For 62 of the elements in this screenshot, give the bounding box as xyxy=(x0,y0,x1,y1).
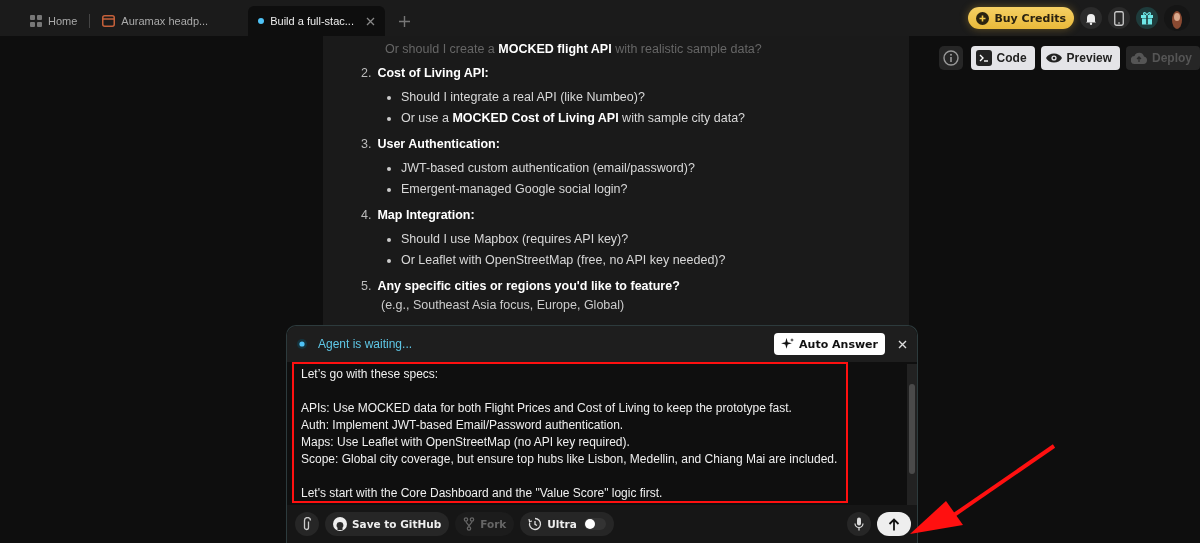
preview-button[interactable]: Preview xyxy=(1040,46,1120,70)
bell-icon[interactable] xyxy=(1080,7,1102,29)
message-line: Scope: Global city coverage, but ensure top hubs like Lisbon, Medellin, and Chiang Mai are included. xyxy=(301,451,839,468)
bullet-icon xyxy=(387,166,391,171)
fork-icon xyxy=(463,517,476,531)
bullet-icon xyxy=(387,258,391,263)
message-line: APIs: Use MOCKED data for both Flight Prices and Cost of Living to keep the prototype fast. xyxy=(301,400,793,417)
message-text: Or should I create a MOCKED flight API with realistic sample data? xyxy=(385,41,763,58)
section-title: User Authentication: xyxy=(377,136,500,153)
bullet-text: Or use a MOCKED Cost of Living API with sample city data? xyxy=(401,110,746,127)
bullet-icon xyxy=(387,95,391,100)
section-title: Cost of Living API: xyxy=(377,65,489,82)
history-icon xyxy=(528,517,543,531)
section-title: Map Integration: xyxy=(377,207,475,224)
buy-credits-button[interactable]: Buy Credits xyxy=(968,7,1074,29)
gift-icon[interactable] xyxy=(1136,7,1158,29)
tab[interactable]: Auramax headp... xyxy=(94,6,217,36)
sparkle-icon xyxy=(781,337,795,351)
bullet-icon xyxy=(387,116,391,121)
message-line: Maps: Use Leaflet with OpenStreetMap (no API key required). xyxy=(301,434,631,451)
tab[interactable]: Build a full-stac... xyxy=(248,6,385,36)
bullet-text: Emergent-managed Google social login? xyxy=(401,181,628,198)
section-note: (e.g., Southeast Asia focus, Europe, Global) xyxy=(381,297,625,314)
list-number: 2. xyxy=(361,65,372,82)
bullet-text: Should I use Mapbox (requires API key)? xyxy=(401,231,629,248)
message-line: Let's start with the Core Dashboard and the "Value Score" logic first. xyxy=(301,485,664,502)
list-number: 4. xyxy=(361,207,372,224)
bullet-icon xyxy=(387,237,391,242)
attach-icon[interactable] xyxy=(295,512,319,536)
bullet-text: Or Leaflet with OpenStreetMap (free, no API key needed)? xyxy=(401,252,726,269)
grid-icon xyxy=(30,15,42,27)
arrow-up-icon xyxy=(888,517,900,531)
tab[interactable]: Home xyxy=(22,6,86,36)
agent-status: Agent is waiting... xyxy=(318,337,413,351)
list-number: 5. xyxy=(361,278,372,295)
message-line: Let’s go with these specs: xyxy=(301,366,440,383)
cloud-upload-icon xyxy=(1131,52,1147,64)
message-line: Auth: Implement JWT-based Email/Password authentication. xyxy=(301,417,625,434)
microphone-icon[interactable] xyxy=(847,512,871,536)
ultra-button[interactable]: Ultra xyxy=(520,512,614,536)
bullet-text: Should I integrate a real API (like Numbeo)? xyxy=(401,89,645,106)
send-button[interactable] xyxy=(877,512,911,536)
terminal-icon xyxy=(975,50,992,66)
code-button[interactable]: Code xyxy=(970,46,1035,70)
avatar[interactable] xyxy=(1164,5,1190,31)
phone-icon[interactable] xyxy=(1108,7,1130,29)
bullet-icon xyxy=(387,187,391,192)
add-tab-icon[interactable] xyxy=(398,15,410,27)
eye-icon xyxy=(1045,52,1062,64)
bullet-text: JWT-based custom authentication (email/password)? xyxy=(401,160,695,177)
plus-icon xyxy=(976,11,990,25)
scrollbar[interactable] xyxy=(907,364,917,505)
ultra-toggle[interactable] xyxy=(583,518,606,530)
list-number: 3. xyxy=(361,136,372,153)
status-dot-icon xyxy=(297,339,307,349)
status-dot-icon xyxy=(258,18,265,24)
browser-window-icon xyxy=(102,15,116,27)
auto-answer-button[interactable]: Auto Answer xyxy=(774,333,885,355)
section-title: Any specific cities or regions you'd like to feature? xyxy=(377,278,680,295)
github-button[interactable]: Save to GitHub xyxy=(325,512,450,536)
close-icon[interactable] xyxy=(365,16,375,26)
info-icon[interactable] xyxy=(938,46,963,70)
